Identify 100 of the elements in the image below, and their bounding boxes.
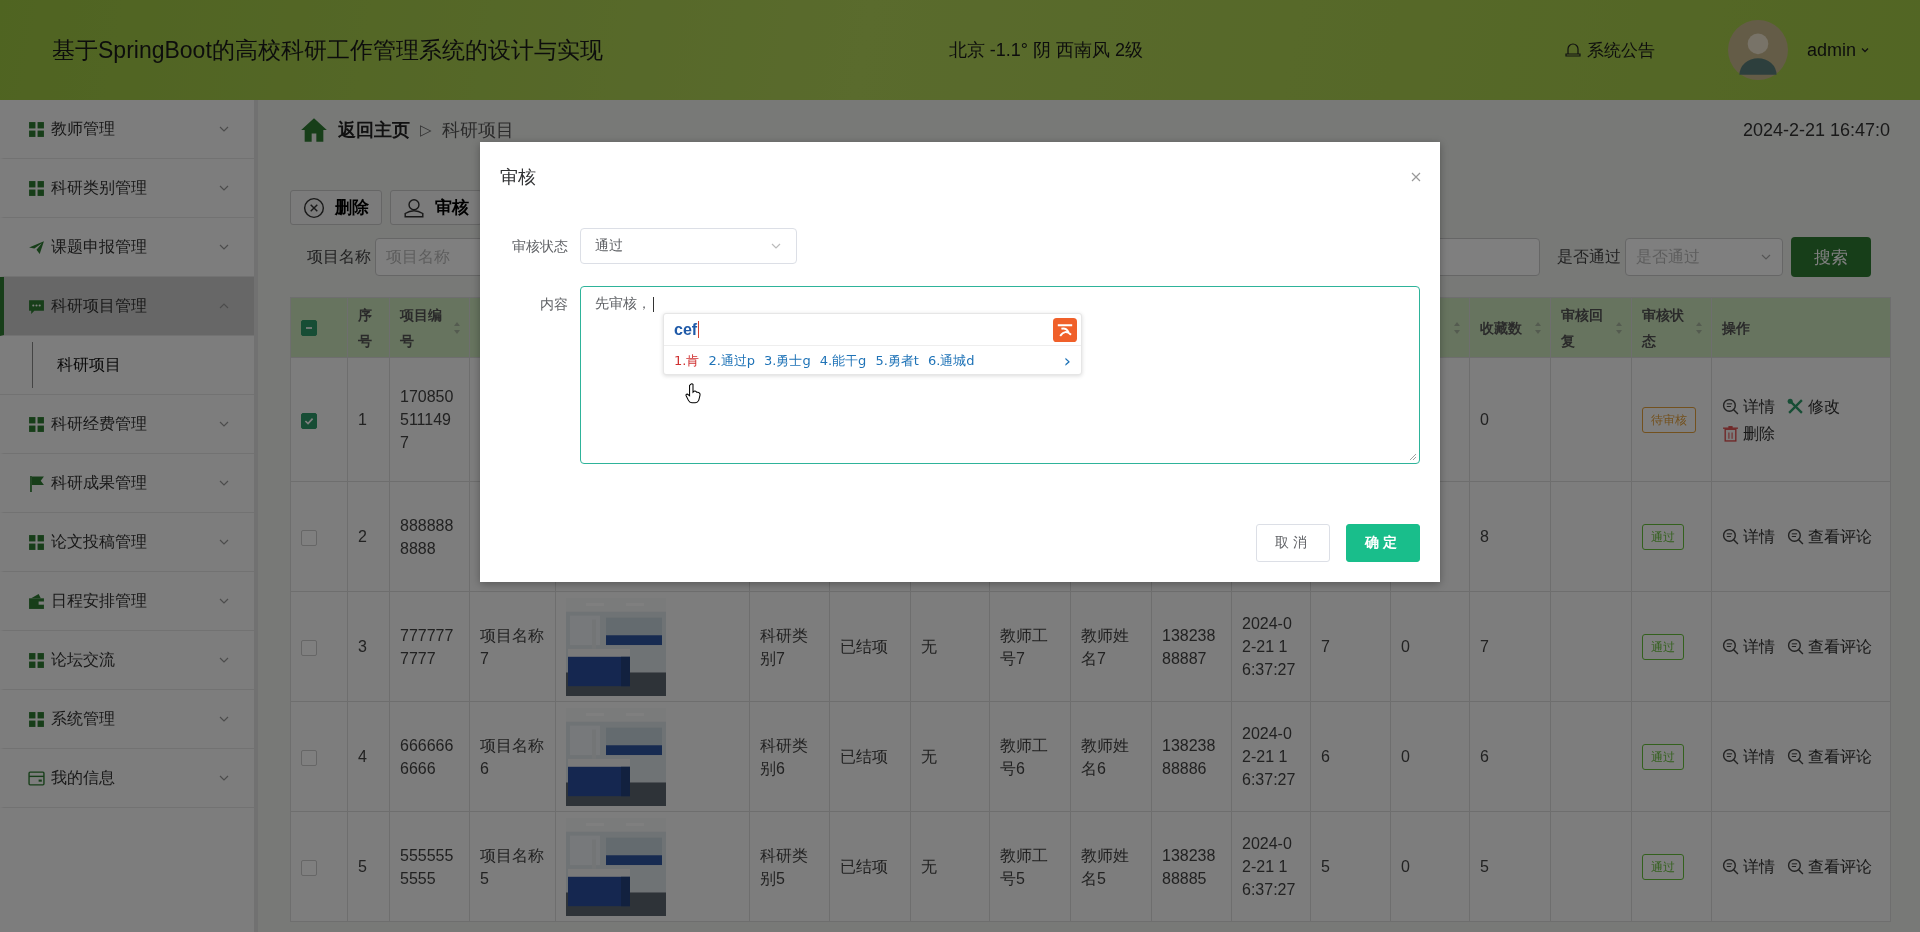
row-action-link[interactable]: 详情 xyxy=(1722,635,1775,658)
next-page-arrow[interactable]: › xyxy=(1063,350,1071,371)
cell-text: 2024-02-21 16:37:27 xyxy=(1242,615,1296,678)
notice-link[interactable]: 系统公告 xyxy=(1564,38,1655,62)
row-action-link[interactable]: 详情 xyxy=(1722,525,1775,548)
cell-text: 5 xyxy=(358,858,367,875)
cell-text: 6 xyxy=(1480,748,1489,765)
sort-icon[interactable] xyxy=(1615,320,1623,335)
grid-icon xyxy=(28,415,45,433)
review-button[interactable]: 审核 xyxy=(390,190,482,225)
bell-icon xyxy=(1564,42,1581,58)
sort-icon[interactable] xyxy=(1453,320,1461,335)
status-tag: 待审核 xyxy=(1642,406,1696,433)
row-checkbox[interactable] xyxy=(301,639,317,656)
close-circle-icon xyxy=(303,196,325,219)
row-action-link[interactable]: 查看评论 xyxy=(1787,745,1872,768)
status-tag: 通过 xyxy=(1642,743,1684,770)
row-checkbox[interactable] xyxy=(301,749,317,766)
cancel-button[interactable]: 取消 xyxy=(1256,524,1330,562)
sort-icon[interactable] xyxy=(1534,320,1542,335)
cell-text: 13823888886 xyxy=(1162,736,1216,777)
sidebar-item[interactable]: 日程安排管理 xyxy=(0,572,254,631)
row-action-link[interactable]: 详情 xyxy=(1722,855,1775,878)
home-link[interactable]: 返回主页 xyxy=(338,118,410,142)
status-select[interactable]: 通过 xyxy=(580,228,797,264)
cell-text: 8 xyxy=(1480,528,1489,545)
cell-text: 2024-02-21 16:37:27 xyxy=(1242,835,1296,898)
search-icon xyxy=(1787,528,1804,545)
sort-icon[interactable] xyxy=(1695,320,1703,335)
ime-candidate[interactable]: 6.通城d xyxy=(927,351,975,370)
ime-candidate[interactable]: 3.勇士g xyxy=(764,351,811,370)
confirm-button[interactable]: 确定 xyxy=(1346,524,1420,562)
app-title: 基于SpringBoot的高校科研工作管理系统的设计与实现 xyxy=(52,35,603,65)
cell-text: 科研类别7 xyxy=(760,626,808,667)
ime-candidate[interactable]: 1.肯 xyxy=(674,351,700,370)
sidebar-subitem[interactable]: 科研项目 xyxy=(32,342,254,388)
flag-icon xyxy=(28,474,45,492)
ime-candidate[interactable]: 4.能干g xyxy=(819,351,867,370)
sidebar-item[interactable]: 系统管理 xyxy=(0,690,254,749)
cell-text: 已结项 xyxy=(840,858,888,875)
cell-text: 7 xyxy=(1480,638,1489,655)
cell-text: 2024-02-21 16:37:27 xyxy=(1242,725,1296,788)
row-checkbox[interactable] xyxy=(301,412,317,429)
ime-candidate[interactable]: 2.通过p xyxy=(708,351,756,370)
cell-text: 0 xyxy=(1401,638,1410,655)
tools-icon xyxy=(1787,397,1804,415)
cell-text: 5555555555 xyxy=(400,846,454,887)
sidebar-item[interactable]: 论坛交流 xyxy=(0,631,254,690)
cell-text: 教师姓名6 xyxy=(1081,736,1129,777)
sidebar-item[interactable]: 教师管理 xyxy=(0,100,254,159)
row-action-link[interactable]: 删除 xyxy=(1722,421,1775,445)
avatar-icon[interactable] xyxy=(1726,19,1789,81)
cell-text: 教师工号7 xyxy=(1000,626,1048,667)
sidebar-item[interactable]: 论文投稿管理 xyxy=(0,513,254,572)
row-checkbox[interactable] xyxy=(301,859,317,876)
cell-text: 0 xyxy=(1401,748,1410,765)
text-caret xyxy=(653,296,654,312)
row-action-link[interactable]: 查看评论 xyxy=(1787,635,1872,658)
sidebar-item[interactable]: 我的信息 xyxy=(0,749,254,808)
row-checkbox[interactable] xyxy=(301,529,317,546)
resize-handle-icon[interactable] xyxy=(1409,453,1417,461)
cell-text: 无 xyxy=(921,748,937,765)
cell-text: 科研类别6 xyxy=(760,736,808,777)
cell-text: 项目名称5 xyxy=(480,846,544,887)
sidebar-item[interactable]: 科研经费管理 xyxy=(0,395,254,454)
column-title: 审核状态 xyxy=(1642,305,1685,351)
close-icon[interactable] xyxy=(1410,171,1422,183)
content-textarea[interactable]: 先审核， cef 1.肯 2.通过p 3.勇士g 4.能干g 5.勇者t 6.通城d › xyxy=(580,286,1420,464)
sidebar-item[interactable]: 科研类别管理 xyxy=(0,159,254,218)
ime-candidate[interactable]: 5.勇者t xyxy=(875,351,919,370)
search-icon xyxy=(1722,858,1739,875)
search-button[interactable]: 搜索 xyxy=(1791,237,1871,277)
column-title: 审核回复 xyxy=(1561,305,1604,351)
row-action-link[interactable]: 查看评论 xyxy=(1787,525,1872,548)
cell-text: 已结项 xyxy=(840,748,888,765)
sidebar-item[interactable]: 科研项目管理 xyxy=(0,277,254,336)
grid-icon xyxy=(28,120,45,138)
card-icon xyxy=(28,769,45,787)
cell-text: 13823888885 xyxy=(1162,846,1216,887)
cell-text: 1 xyxy=(358,411,367,428)
wallet-icon xyxy=(28,592,45,610)
ime-logo-icon xyxy=(1053,317,1077,342)
cell-text: 6666666666 xyxy=(400,736,454,777)
user-menu[interactable]: admin xyxy=(1806,39,1870,61)
column-title: 操作 xyxy=(1722,318,1751,338)
sidebar-item[interactable]: 科研成果管理 xyxy=(0,454,254,513)
home-icon[interactable] xyxy=(300,117,328,143)
select-all-checkbox[interactable] xyxy=(301,320,317,337)
column-title: 收藏数 xyxy=(1480,318,1523,338)
form-label: 内容 xyxy=(539,295,569,314)
cell-text: 6 xyxy=(1321,748,1330,765)
cell-text: 8888888888 xyxy=(400,516,454,557)
row-action-link[interactable]: 查看评论 xyxy=(1787,855,1872,878)
status-tag: 通过 xyxy=(1642,523,1684,550)
search-icon xyxy=(1722,528,1739,545)
row-action-link[interactable]: 详情 xyxy=(1722,745,1775,768)
sort-icon[interactable] xyxy=(453,320,461,335)
delete-button[interactable]: 删除 xyxy=(290,190,382,225)
row-action-link[interactable]: 详情 xyxy=(1722,394,1775,418)
row-action-link[interactable]: 修改 xyxy=(1787,394,1840,418)
